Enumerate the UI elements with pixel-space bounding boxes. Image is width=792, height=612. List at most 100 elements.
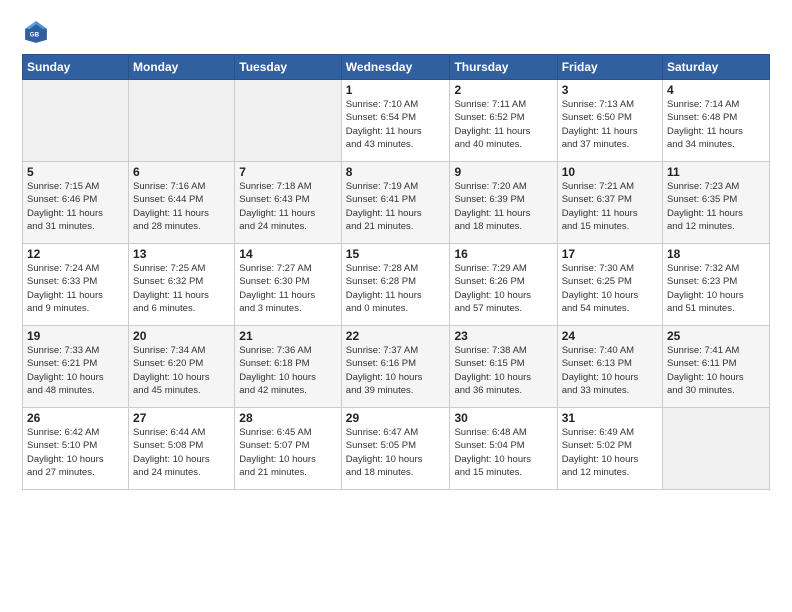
day-number: 26 bbox=[27, 411, 124, 425]
calendar-cell: 29Sunrise: 6:47 AM Sunset: 5:05 PM Dayli… bbox=[341, 408, 450, 490]
weekday-header-tuesday: Tuesday bbox=[235, 55, 342, 80]
calendar-cell: 3Sunrise: 7:13 AM Sunset: 6:50 PM Daylig… bbox=[557, 80, 662, 162]
calendar-cell: 22Sunrise: 7:37 AM Sunset: 6:16 PM Dayli… bbox=[341, 326, 450, 408]
day-number: 20 bbox=[133, 329, 230, 343]
day-number: 30 bbox=[454, 411, 552, 425]
weekday-header-thursday: Thursday bbox=[450, 55, 557, 80]
day-info: Sunrise: 7:23 AM Sunset: 6:35 PM Dayligh… bbox=[667, 180, 765, 233]
day-number: 3 bbox=[562, 83, 658, 97]
calendar-cell: 18Sunrise: 7:32 AM Sunset: 6:23 PM Dayli… bbox=[663, 244, 770, 326]
calendar-cell: 1Sunrise: 7:10 AM Sunset: 6:54 PM Daylig… bbox=[341, 80, 450, 162]
day-number: 23 bbox=[454, 329, 552, 343]
logo-icon: GB bbox=[22, 18, 50, 46]
weekday-header-saturday: Saturday bbox=[663, 55, 770, 80]
day-info: Sunrise: 6:49 AM Sunset: 5:02 PM Dayligh… bbox=[562, 426, 658, 479]
calendar-cell: 13Sunrise: 7:25 AM Sunset: 6:32 PM Dayli… bbox=[129, 244, 235, 326]
day-number: 7 bbox=[239, 165, 337, 179]
day-number: 17 bbox=[562, 247, 658, 261]
weekday-header-sunday: Sunday bbox=[23, 55, 129, 80]
day-info: Sunrise: 7:19 AM Sunset: 6:41 PM Dayligh… bbox=[346, 180, 446, 233]
day-info: Sunrise: 6:47 AM Sunset: 5:05 PM Dayligh… bbox=[346, 426, 446, 479]
calendar-cell: 20Sunrise: 7:34 AM Sunset: 6:20 PM Dayli… bbox=[129, 326, 235, 408]
day-number: 8 bbox=[346, 165, 446, 179]
day-number: 1 bbox=[346, 83, 446, 97]
calendar-cell: 10Sunrise: 7:21 AM Sunset: 6:37 PM Dayli… bbox=[557, 162, 662, 244]
day-number: 24 bbox=[562, 329, 658, 343]
week-row-2: 12Sunrise: 7:24 AM Sunset: 6:33 PM Dayli… bbox=[23, 244, 770, 326]
day-number: 13 bbox=[133, 247, 230, 261]
week-row-4: 26Sunrise: 6:42 AM Sunset: 5:10 PM Dayli… bbox=[23, 408, 770, 490]
calendar-cell bbox=[235, 80, 342, 162]
day-info: Sunrise: 7:37 AM Sunset: 6:16 PM Dayligh… bbox=[346, 344, 446, 397]
day-info: Sunrise: 7:18 AM Sunset: 6:43 PM Dayligh… bbox=[239, 180, 337, 233]
day-info: Sunrise: 6:42 AM Sunset: 5:10 PM Dayligh… bbox=[27, 426, 124, 479]
day-info: Sunrise: 7:29 AM Sunset: 6:26 PM Dayligh… bbox=[454, 262, 552, 315]
calendar-cell: 19Sunrise: 7:33 AM Sunset: 6:21 PM Dayli… bbox=[23, 326, 129, 408]
calendar-cell: 2Sunrise: 7:11 AM Sunset: 6:52 PM Daylig… bbox=[450, 80, 557, 162]
day-number: 14 bbox=[239, 247, 337, 261]
day-info: Sunrise: 7:36 AM Sunset: 6:18 PM Dayligh… bbox=[239, 344, 337, 397]
day-number: 25 bbox=[667, 329, 765, 343]
day-info: Sunrise: 7:14 AM Sunset: 6:48 PM Dayligh… bbox=[667, 98, 765, 151]
logo: GB bbox=[22, 18, 54, 46]
calendar-cell: 27Sunrise: 6:44 AM Sunset: 5:08 PM Dayli… bbox=[129, 408, 235, 490]
week-row-1: 5Sunrise: 7:15 AM Sunset: 6:46 PM Daylig… bbox=[23, 162, 770, 244]
weekday-header-row: SundayMondayTuesdayWednesdayThursdayFrid… bbox=[23, 55, 770, 80]
calendar-cell bbox=[129, 80, 235, 162]
svg-text:GB: GB bbox=[30, 32, 40, 39]
day-number: 18 bbox=[667, 247, 765, 261]
day-info: Sunrise: 7:10 AM Sunset: 6:54 PM Dayligh… bbox=[346, 98, 446, 151]
day-number: 16 bbox=[454, 247, 552, 261]
calendar-cell: 8Sunrise: 7:19 AM Sunset: 6:41 PM Daylig… bbox=[341, 162, 450, 244]
calendar-cell: 4Sunrise: 7:14 AM Sunset: 6:48 PM Daylig… bbox=[663, 80, 770, 162]
day-info: Sunrise: 7:13 AM Sunset: 6:50 PM Dayligh… bbox=[562, 98, 658, 151]
day-info: Sunrise: 7:25 AM Sunset: 6:32 PM Dayligh… bbox=[133, 262, 230, 315]
calendar-cell: 31Sunrise: 6:49 AM Sunset: 5:02 PM Dayli… bbox=[557, 408, 662, 490]
calendar-cell: 14Sunrise: 7:27 AM Sunset: 6:30 PM Dayli… bbox=[235, 244, 342, 326]
day-number: 21 bbox=[239, 329, 337, 343]
day-info: Sunrise: 7:27 AM Sunset: 6:30 PM Dayligh… bbox=[239, 262, 337, 315]
day-number: 19 bbox=[27, 329, 124, 343]
calendar-cell: 24Sunrise: 7:40 AM Sunset: 6:13 PM Dayli… bbox=[557, 326, 662, 408]
calendar-cell: 16Sunrise: 7:29 AM Sunset: 6:26 PM Dayli… bbox=[450, 244, 557, 326]
day-info: Sunrise: 7:40 AM Sunset: 6:13 PM Dayligh… bbox=[562, 344, 658, 397]
calendar-cell: 6Sunrise: 7:16 AM Sunset: 6:44 PM Daylig… bbox=[129, 162, 235, 244]
day-info: Sunrise: 7:32 AM Sunset: 6:23 PM Dayligh… bbox=[667, 262, 765, 315]
page: GB SundayMondayTuesdayWednesdayThursdayF… bbox=[0, 0, 792, 612]
day-number: 29 bbox=[346, 411, 446, 425]
day-number: 28 bbox=[239, 411, 337, 425]
day-info: Sunrise: 6:45 AM Sunset: 5:07 PM Dayligh… bbox=[239, 426, 337, 479]
day-info: Sunrise: 7:24 AM Sunset: 6:33 PM Dayligh… bbox=[27, 262, 124, 315]
calendar-cell: 5Sunrise: 7:15 AM Sunset: 6:46 PM Daylig… bbox=[23, 162, 129, 244]
day-number: 9 bbox=[454, 165, 552, 179]
day-info: Sunrise: 7:21 AM Sunset: 6:37 PM Dayligh… bbox=[562, 180, 658, 233]
calendar-cell: 26Sunrise: 6:42 AM Sunset: 5:10 PM Dayli… bbox=[23, 408, 129, 490]
day-number: 2 bbox=[454, 83, 552, 97]
day-info: Sunrise: 6:44 AM Sunset: 5:08 PM Dayligh… bbox=[133, 426, 230, 479]
day-number: 31 bbox=[562, 411, 658, 425]
day-info: Sunrise: 7:28 AM Sunset: 6:28 PM Dayligh… bbox=[346, 262, 446, 315]
week-row-0: 1Sunrise: 7:10 AM Sunset: 6:54 PM Daylig… bbox=[23, 80, 770, 162]
calendar-cell: 12Sunrise: 7:24 AM Sunset: 6:33 PM Dayli… bbox=[23, 244, 129, 326]
calendar-cell bbox=[663, 408, 770, 490]
day-number: 27 bbox=[133, 411, 230, 425]
weekday-header-friday: Friday bbox=[557, 55, 662, 80]
day-info: Sunrise: 7:15 AM Sunset: 6:46 PM Dayligh… bbox=[27, 180, 124, 233]
day-number: 12 bbox=[27, 247, 124, 261]
day-info: Sunrise: 7:16 AM Sunset: 6:44 PM Dayligh… bbox=[133, 180, 230, 233]
day-info: Sunrise: 7:30 AM Sunset: 6:25 PM Dayligh… bbox=[562, 262, 658, 315]
day-info: Sunrise: 7:38 AM Sunset: 6:15 PM Dayligh… bbox=[454, 344, 552, 397]
day-number: 6 bbox=[133, 165, 230, 179]
calendar-cell: 17Sunrise: 7:30 AM Sunset: 6:25 PM Dayli… bbox=[557, 244, 662, 326]
day-info: Sunrise: 7:41 AM Sunset: 6:11 PM Dayligh… bbox=[667, 344, 765, 397]
day-info: Sunrise: 7:33 AM Sunset: 6:21 PM Dayligh… bbox=[27, 344, 124, 397]
weekday-header-monday: Monday bbox=[129, 55, 235, 80]
calendar-cell: 30Sunrise: 6:48 AM Sunset: 5:04 PM Dayli… bbox=[450, 408, 557, 490]
day-info: Sunrise: 7:11 AM Sunset: 6:52 PM Dayligh… bbox=[454, 98, 552, 151]
calendar-cell: 28Sunrise: 6:45 AM Sunset: 5:07 PM Dayli… bbox=[235, 408, 342, 490]
weekday-header-wednesday: Wednesday bbox=[341, 55, 450, 80]
day-number: 4 bbox=[667, 83, 765, 97]
day-number: 15 bbox=[346, 247, 446, 261]
calendar-cell: 25Sunrise: 7:41 AM Sunset: 6:11 PM Dayli… bbox=[663, 326, 770, 408]
day-info: Sunrise: 7:34 AM Sunset: 6:20 PM Dayligh… bbox=[133, 344, 230, 397]
